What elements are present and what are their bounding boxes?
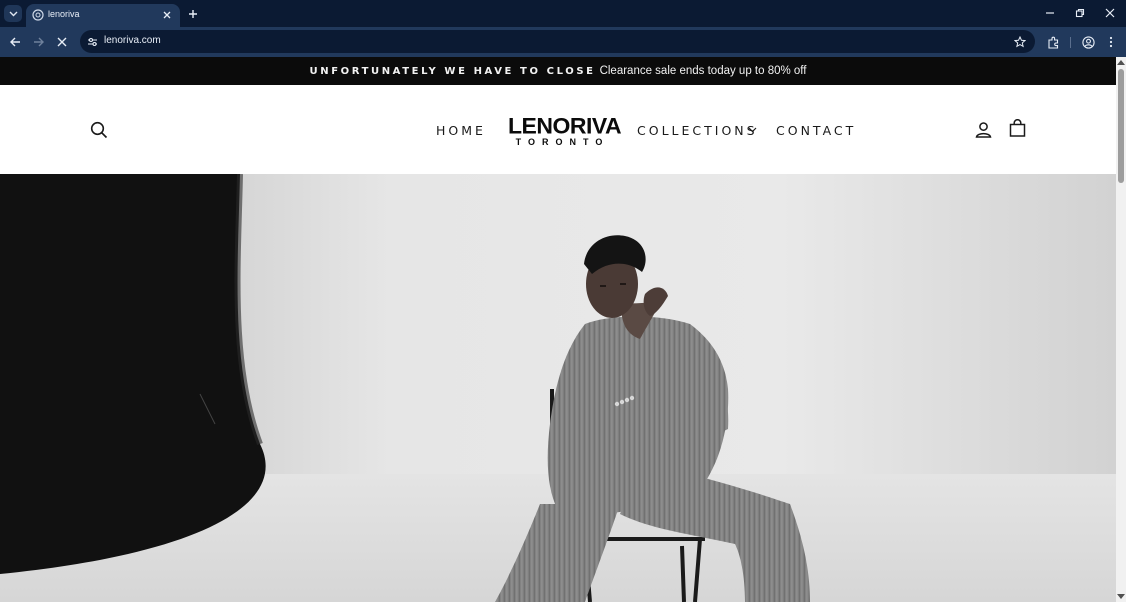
extensions-button[interactable] [1045, 34, 1061, 50]
scroll-up-icon[interactable] [1117, 59, 1125, 65]
browser-tabstrip: lenoriva [0, 0, 1126, 27]
site-info-button[interactable] [85, 34, 100, 49]
account-circle-icon [1081, 35, 1095, 49]
hero-image [0, 174, 1116, 602]
shopping-bag-icon[interactable] [1009, 119, 1026, 137]
browser-menu-button[interactable] [1103, 34, 1119, 50]
plus-icon [189, 10, 197, 18]
puzzle-icon [1047, 36, 1058, 49]
nav-home-link[interactable]: HOME [436, 123, 486, 138]
address-bar[interactable]: lenoriva.com [80, 30, 1035, 53]
tune-icon [88, 37, 97, 46]
search-icon[interactable] [90, 121, 108, 139]
page-scrollbar[interactable] [1116, 57, 1126, 602]
minimize-button[interactable] [1040, 5, 1060, 21]
tab-close-button[interactable] [160, 8, 174, 22]
arrow-right-icon [34, 37, 44, 47]
announcement-headline: UNFORTUNATELY WE HAVE TO CLOSE [309, 65, 596, 77]
close-window-button[interactable] [1100, 5, 1120, 21]
site-logo[interactable]: LENORIVA TORONTO [508, 113, 622, 147]
back-button[interactable] [7, 34, 23, 50]
browser-toolbar: lenoriva.com [0, 27, 1126, 57]
nav-contact-link[interactable]: CONTACT [776, 123, 856, 138]
kebab-icon [1109, 36, 1113, 48]
globe-icon [32, 9, 44, 21]
chevron-down-icon [9, 11, 17, 16]
browser-tab[interactable]: lenoriva [26, 4, 180, 27]
restore-button[interactable] [1070, 5, 1090, 21]
scrollbar-thumb[interactable] [1118, 69, 1124, 183]
announcement-bar[interactable]: UNFORTUNATELY WE HAVE TO CLOSE Clearance… [0, 57, 1116, 85]
logo-wordmark: LENORIVA [508, 113, 622, 139]
restore-icon [1075, 8, 1085, 18]
minimize-icon [1046, 12, 1054, 14]
close-icon [57, 37, 67, 47]
stop-loading-button[interactable] [54, 34, 70, 50]
web-page: UNFORTUNATELY WE HAVE TO CLOSE Clearance… [0, 57, 1116, 602]
announcement-text: Clearance sale ends today up to 80% off [599, 65, 807, 77]
user-icon[interactable] [975, 121, 992, 138]
nav-collections-link[interactable]: COLLECTIONS [637, 123, 758, 138]
tab-title: lenoriva [48, 9, 80, 19]
arrow-left-icon [10, 37, 20, 47]
toolbar-separator [1070, 37, 1071, 48]
scroll-down-icon[interactable] [1117, 594, 1125, 600]
star-icon [1013, 35, 1026, 47]
logo-subtitle: TORONTO [515, 137, 610, 147]
close-icon [1105, 8, 1115, 18]
tab-search-button[interactable] [4, 5, 22, 22]
bookmark-button[interactable] [1012, 34, 1027, 49]
profile-button[interactable] [1080, 34, 1096, 50]
new-tab-button[interactable] [185, 6, 201, 22]
chevron-down-icon[interactable] [748, 127, 757, 133]
site-header: HOME LENORIVA TORONTO COLLECTIONS CONTAC… [0, 85, 1116, 174]
close-icon [163, 11, 171, 19]
url-text[interactable]: lenoriva.com [104, 35, 161, 46]
forward-button[interactable] [31, 34, 47, 50]
